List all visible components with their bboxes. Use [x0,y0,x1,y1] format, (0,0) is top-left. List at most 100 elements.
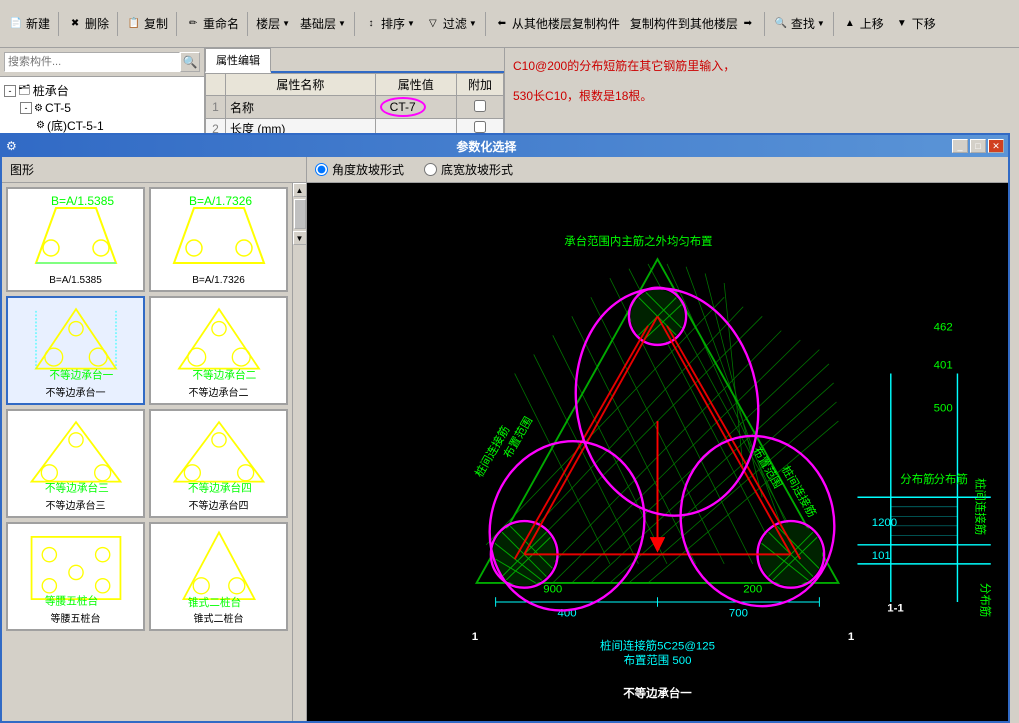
svg-text:200: 200 [743,583,762,595]
svg-text:布置范围 500: 布置范围 500 [624,653,692,667]
sort-button[interactable]: ↕ 排序 ▼ [359,13,419,34]
figure-item-4[interactable]: 不等边承台二 不等边承台二 [149,296,288,405]
sep1 [58,12,59,36]
figure-svg-4: 不等边承台二 [159,302,279,382]
sep5 [354,12,355,36]
search-bar: 🔍 [0,48,204,77]
svg-text:分布筋: 分布筋 [978,583,992,617]
find-button[interactable]: 🔍 查找 ▼ [769,13,829,34]
figure-label-2: B=A/1.7326 [155,275,282,286]
dialog-body: 图形 B=A/1.53 [2,157,1008,721]
svg-text:1: 1 [472,631,479,643]
angle-option[interactable]: 角度放坡形式 [315,161,404,178]
root-expand-icon[interactable]: - [4,85,16,97]
search-input[interactable] [4,52,180,72]
sep8 [833,12,834,36]
layer-arrow-icon: ▼ [282,19,290,28]
scroll-down-button[interactable]: ▼ [293,231,307,245]
svg-text:等腰五桩台: 等腰五桩台 [44,594,97,607]
tree-root-label: 桩承台 [33,82,69,99]
new-label: 新建 [26,15,50,32]
figure-item-6[interactable]: 不等边承台四 不等边承台四 [149,409,288,518]
dialog-close-button[interactable]: ✕ [988,139,1004,153]
figure-label-6: 不等边承台四 [155,497,282,512]
figures-scroll[interactable]: B=A/1.5385 B=A/1.5385 B=A/1.7 [2,183,292,721]
scroll-up-button[interactable]: ▲ [293,183,307,197]
svg-text:462: 462 [934,322,953,334]
dialog-title-icon: ⚙ [6,139,17,153]
copy-from-label: 从其他楼层复制构件 [512,15,620,32]
rename-label: 重命名 [203,15,239,32]
figure-item-7[interactable]: 等腰五桩台 等腰五桩台 [6,522,145,631]
row-value-cell[interactable]: CT-7 [375,96,456,119]
angle-radio[interactable] [315,163,328,176]
dialog-title: 参数化选择 [456,138,516,155]
new-icon: 📄 [8,16,24,32]
main-toolbar: 📄 新建 ✖ 删除 📋 复制 ✏ 重命名 楼层 ▼ 基础层 ▼ ↕ 排序 ▼ ▽… [0,0,1019,48]
rename-button[interactable]: ✏ 重命名 [181,13,243,34]
figure-svg-1: B=A/1.5385 [16,193,136,273]
ct5-expand-icon[interactable]: - [20,102,32,114]
delete-label: 删除 [85,15,109,32]
ct5-icon: ⚙ [34,103,43,114]
figure-item-2[interactable]: B=A/1.7326 B=A/1.7326 [149,187,288,292]
base-layer-button[interactable]: 基础层 ▼ [296,13,350,34]
figures-header: 图形 [2,157,306,183]
copy-to-button[interactable]: 复制构件到其他楼层 ➡ [626,13,760,34]
delete-button[interactable]: ✖ 删除 [63,13,113,34]
dialog-minimize-button[interactable]: _ [952,139,968,153]
search-button[interactable]: 🔍 [180,52,200,72]
width-label: 底宽放坡形式 [441,161,513,178]
filter-button[interactable]: ▽ 过滤 ▼ [421,13,481,34]
svg-text:B=A/1.5385: B=A/1.5385 [51,194,114,208]
figure-svg-6: 不等边承台四 [159,415,279,495]
find-label: 查找 [791,15,815,32]
up-button[interactable]: ▲ 上移 [838,13,888,34]
row-extra-cell[interactable] [456,96,503,119]
svg-text:桩间连接筋: 桩间连接筋 [973,478,987,535]
figure-label-1: B=A/1.5385 [12,275,139,286]
svg-text:1-1: 1-1 [887,602,904,614]
scroll-thumb[interactable] [294,199,306,229]
table-row[interactable]: 1名称CT-7 [206,96,504,119]
rename-icon: ✏ [185,16,201,32]
new-button[interactable]: 📄 新建 [4,13,54,34]
layer-button[interactable]: 楼层 ▼ [252,13,294,34]
sort-label: 排序 [381,15,405,32]
row-name-cell: 名称 [226,96,376,119]
copy-button[interactable]: 📋 复制 [122,13,172,34]
tree-root[interactable]: - 🗂 桩承台 [4,81,200,100]
sort-icon: ↕ [363,16,379,32]
comment-line-1: C10@200的分布短筋在其它钢筋里输入， [513,56,1011,78]
figure-item-8[interactable]: 锥式二桩台 锥式二桩台 [149,522,288,631]
width-radio[interactable] [424,163,437,176]
ct5-1-label: (底)CT-5-1 [47,117,104,134]
tab-properties[interactable]: 属性编辑 [205,48,271,73]
figures-scrollbar[interactable]: ▲ ▼ [292,183,306,721]
svg-text:1200: 1200 [872,517,897,529]
down-icon: ▼ [894,16,910,32]
down-label: 下移 [912,15,936,32]
figure-item-5[interactable]: 不等边承台三 不等边承台三 [6,409,145,518]
up-label: 上移 [860,15,884,32]
sep7 [764,12,765,36]
sep4 [247,12,248,36]
tree-item-ct5[interactable]: - ⚙ CT-5 [4,100,200,116]
row-extra-checkbox[interactable] [474,100,486,112]
dialog-maximize-button[interactable]: □ [970,139,986,153]
copy-from-button[interactable]: ⬅ 从其他楼层复制构件 [490,13,624,34]
figure-item-3[interactable]: 不等边承台一 不等边承台一 [6,296,145,405]
svg-text:500: 500 [934,403,953,415]
row-extra-checkbox[interactable] [474,121,486,133]
figure-label-7: 等腰五桩台 [12,610,139,625]
drawing-canvas: 承台范围内主筋之外均匀布置 400 700 [307,183,1008,721]
svg-text:700: 700 [729,607,748,619]
svg-text:900: 900 [543,583,562,595]
figure-item-1[interactable]: B=A/1.5385 B=A/1.5385 [6,187,145,292]
figure-svg-8: 锥式二桩台 [159,528,279,608]
dialog-titlebar: ⚙ 参数化选择 _ □ ✕ [2,135,1008,157]
svg-text:B=A/1.7326: B=A/1.7326 [189,194,252,208]
main-drawing-svg: 承台范围内主筋之外均匀布置 400 700 [307,183,1008,721]
width-option[interactable]: 底宽放坡形式 [424,161,513,178]
down-button[interactable]: ▼ 下移 [890,13,940,34]
